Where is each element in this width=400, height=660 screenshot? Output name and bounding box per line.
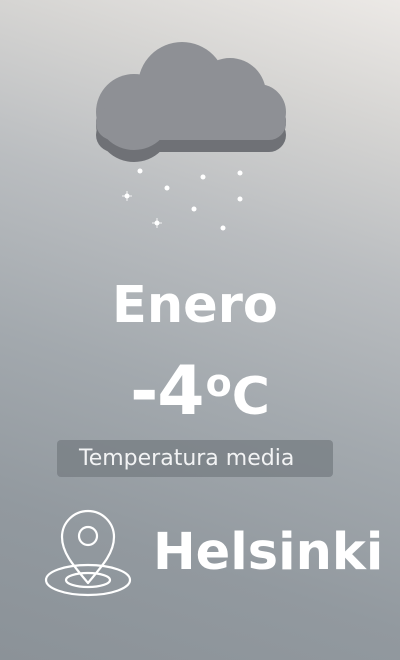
city-name: Helsinki: [153, 523, 384, 582]
average-temperature-label: Temperatura media: [79, 446, 295, 471]
temperature-degree: o: [205, 361, 232, 405]
snow-cloud-icon: [96, 42, 286, 231]
average-temperature-badge: Temperatura media: [57, 440, 333, 477]
weather-card: Enero -4oC Temperatura media Helsinki: [0, 0, 400, 660]
map-pin-icon: [44, 509, 132, 597]
temperature-value: -4: [130, 352, 205, 431]
temperature: -4oC: [0, 352, 400, 449]
temperature-unit: C: [231, 367, 270, 427]
month-label: Enero: [112, 276, 278, 335]
